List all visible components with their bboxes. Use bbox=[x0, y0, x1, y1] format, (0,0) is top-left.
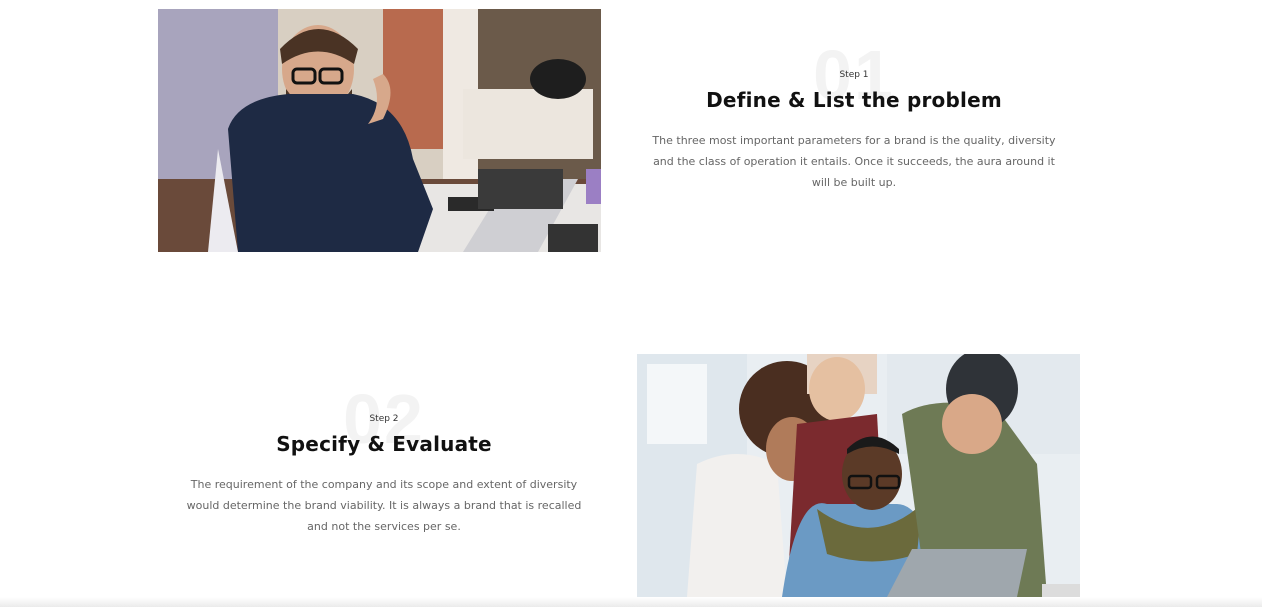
team-around-laptop-image bbox=[637, 354, 1080, 597]
step-label: Step 2 bbox=[369, 414, 399, 424]
step-label: Step 1 bbox=[839, 70, 869, 80]
man-working-on-laptop-image bbox=[158, 9, 601, 252]
step-1-content: 01 Step 1 Define & List the problem The … bbox=[644, 40, 1064, 193]
step-2-photo bbox=[637, 354, 1080, 597]
step-2-content: 02 Step 2 Specify & Evaluate The require… bbox=[174, 384, 594, 537]
step-1-photo bbox=[158, 9, 601, 252]
step-title: Specify & Evaluate bbox=[276, 432, 492, 456]
process-steps-section: 01 Step 1 Define & List the problem The … bbox=[0, 0, 1262, 607]
section-bottom-shadow bbox=[0, 597, 1262, 607]
step-title: Define & List the problem bbox=[706, 88, 1002, 112]
step-description: The requirement of the company and its s… bbox=[186, 478, 582, 533]
step-description: The three most important parameters for … bbox=[652, 134, 1056, 189]
